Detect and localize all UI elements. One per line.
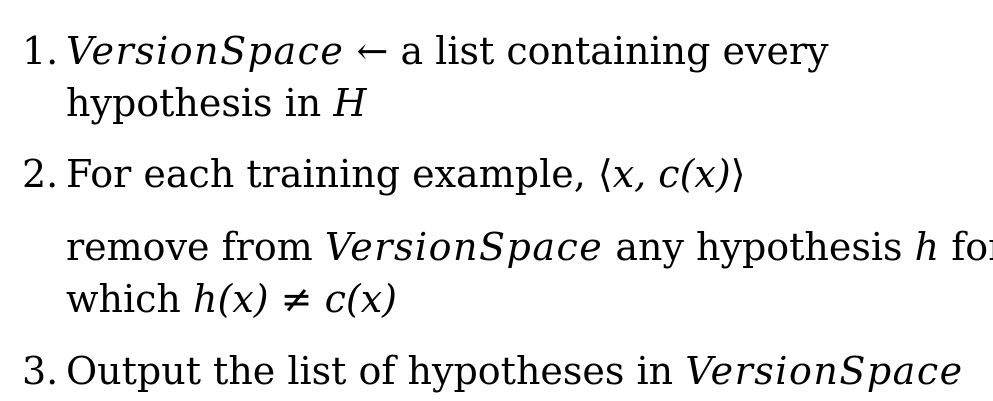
step-2-for: for <box>951 225 993 269</box>
not-equal-sign: ≠ <box>280 277 313 321</box>
hypothesis-symbol: h <box>914 225 940 269</box>
training-example-math: x, c(x) <box>612 152 731 196</box>
step-2-line-3: which h(x) ≠ c(x) <box>66 280 397 318</box>
step-2-any-hypothesis: any hypothesis <box>615 225 903 269</box>
step-2-line-1: For each training example, ⟨x, c(x)⟩ <box>66 155 746 193</box>
step-1-text-cont: hypothesis in <box>66 81 322 125</box>
step-1-line-1: VersionSpace ← a list containing every <box>66 32 829 70</box>
version-space-term: VersionSpace <box>324 225 604 269</box>
step-2-line-2: remove from VersionSpace any hypothesis … <box>66 228 993 266</box>
step-2-which: which <box>66 277 181 321</box>
step-1-line-2: hypothesis in H <box>66 84 366 122</box>
version-space-term: VersionSpace <box>66 29 345 73</box>
step-2-remove-text: remove from <box>66 225 313 269</box>
version-space-term: VersionSpace <box>685 349 964 393</box>
step-1-text: a list containing every <box>400 29 829 73</box>
hypothesis-output-math: h(x) <box>193 277 269 321</box>
target-concept-math: c(x) <box>324 277 397 321</box>
algorithm-listing: 1. VersionSpace ← a list containing ever… <box>0 0 993 401</box>
left-angle-bracket: ⟨ <box>597 152 613 196</box>
step-2-number: 2. <box>22 152 59 196</box>
step-3-line-1: Output the list of hypotheses in Version… <box>66 352 964 390</box>
right-angle-bracket: ⟩ <box>730 152 746 196</box>
step-2-text: For each training example, <box>66 152 586 196</box>
step-3-text: Output the list of hypotheses in <box>66 349 674 393</box>
step-3-number: 3. <box>22 349 59 393</box>
hypothesis-space-symbol: H <box>333 81 367 125</box>
step-1-number: 1. <box>22 29 59 73</box>
assign-arrow: ← <box>356 29 389 73</box>
